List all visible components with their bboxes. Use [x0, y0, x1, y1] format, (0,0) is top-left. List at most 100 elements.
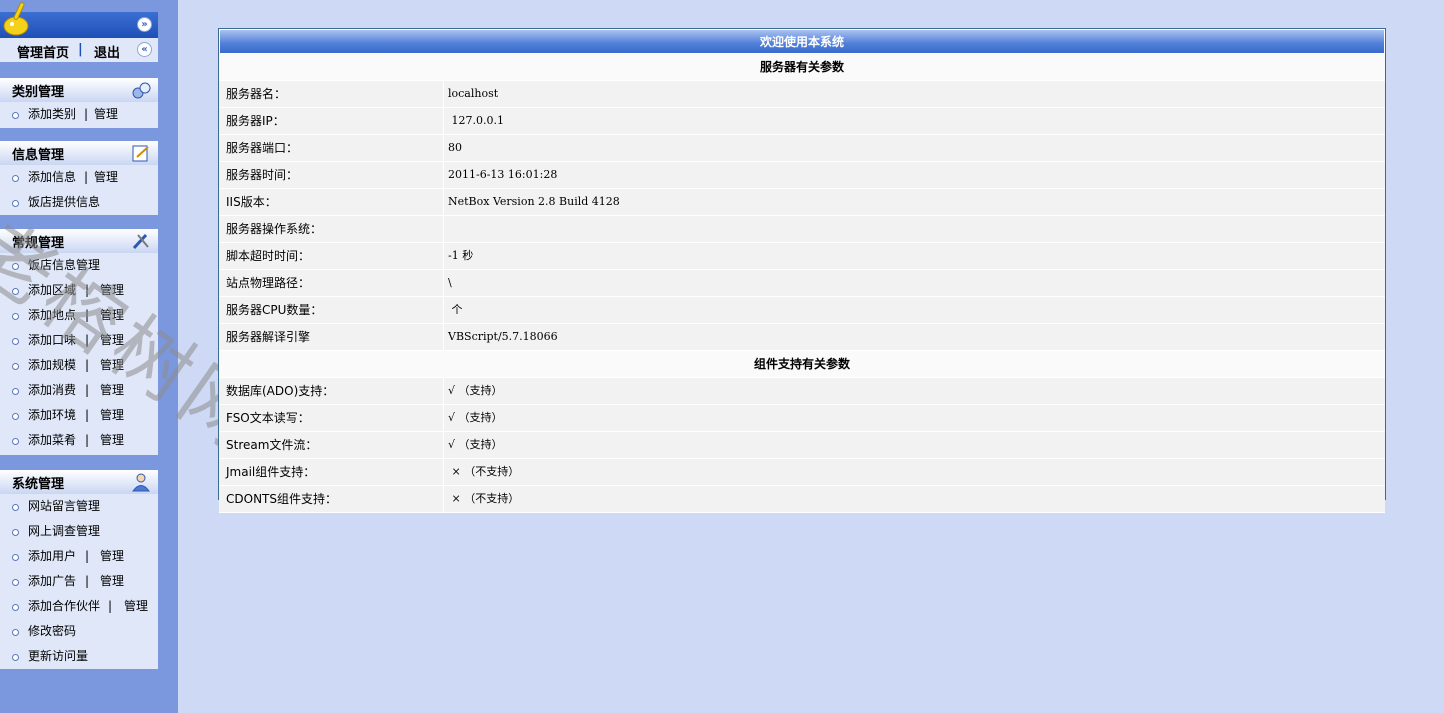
menu-item: 网上调查管理: [0, 519, 158, 544]
row-value: 个: [448, 303, 463, 316]
menu-link-add-taste[interactable]: 添加口味: [28, 328, 76, 353]
table-row: Jmail组件支持： × （不支持）: [219, 459, 1385, 486]
menu-link-change-password[interactable]: 修改密码: [28, 619, 76, 644]
menu-link-survey[interactable]: 网上调查管理: [28, 519, 100, 544]
row-label: 服务器端口：: [226, 141, 299, 155]
menu-link-add-scale[interactable]: 添加规模: [28, 353, 76, 378]
menu-group-title: 类别管理: [12, 85, 65, 100]
bullet-icon: [12, 438, 19, 445]
menu-group-header[interactable]: 信息管理: [0, 141, 158, 165]
menu-item: 添加类别 | 管理: [0, 102, 158, 127]
bullet-icon: [12, 263, 19, 270]
row-label: Jmail组件支持：: [226, 465, 316, 479]
table-row: CDONTS组件支持： × （不支持）: [219, 486, 1385, 513]
bullet-icon: [12, 654, 19, 661]
row-value: √ （支持）: [448, 384, 503, 397]
menu-group-title: 系统管理: [12, 477, 65, 492]
menu-item: 添加信息 | 管理: [0, 165, 158, 190]
menu-link-manage[interactable]: 管理: [94, 102, 118, 127]
user-icon: [132, 473, 150, 492]
hide-menu-icon[interactable]: «: [137, 42, 152, 57]
bullet-icon: [12, 604, 19, 611]
table-row: 服务器操作系统：: [219, 216, 1385, 243]
table-row: IIS版本： NetBox Version 2.8 Build 4128: [219, 189, 1385, 216]
menu-link-add-dish[interactable]: 添加菜肴: [28, 428, 76, 453]
menu-link-add-user[interactable]: 添加用户: [28, 544, 76, 569]
menu-link-add-consumption[interactable]: 添加消费: [28, 378, 76, 403]
row-label: IIS版本：: [226, 195, 277, 209]
top-links: 管理首页 | 退出: [0, 38, 158, 62]
menu-link-add-environment[interactable]: 添加环境: [28, 403, 76, 428]
row-value: 2011-6-13 16:01:28: [448, 168, 558, 181]
menu-group-general: 常规管理 饭店信息管理 添加区域 | 管理 添加地点 | 管理 添加口味 | 管: [0, 229, 158, 455]
logout-link[interactable]: 退出: [94, 42, 120, 61]
row-value: localhost: [448, 87, 499, 100]
logo-icon: [3, 2, 29, 36]
menu-link-update-visits[interactable]: 更新访问量: [28, 644, 88, 669]
row-value: √ （支持）: [448, 438, 503, 451]
row-value: NetBox Version 2.8 Build 4128: [448, 195, 620, 208]
row-value: × （不支持）: [448, 492, 520, 505]
menu-link-manage[interactable]: 管理: [100, 278, 124, 303]
top-links-separator: |: [78, 42, 83, 57]
panel-title: 欢迎使用本系统: [219, 29, 1385, 54]
menu-link-add-partner[interactable]: 添加合作伙伴: [28, 594, 100, 619]
row-label: 数据库(ADO)支持：: [226, 384, 335, 398]
menu-link-messages[interactable]: 网站留言管理: [28, 494, 100, 519]
menu-group-title: 信息管理: [12, 148, 65, 163]
row-label: 服务器IP：: [226, 114, 285, 128]
component-section-heading: 组件支持有关参数: [219, 351, 1385, 378]
menu-link-add-info[interactable]: 添加信息: [28, 165, 76, 190]
menu-link-manage[interactable]: 管理: [100, 403, 124, 428]
table-row: 服务器CPU数量： 个: [219, 297, 1385, 324]
menu-link-manage[interactable]: 管理: [100, 544, 124, 569]
menu-group-title: 常规管理: [12, 236, 65, 251]
row-value: × （不支持）: [448, 465, 520, 478]
menu-link-add-ad[interactable]: 添加广告: [28, 569, 76, 594]
sidebar: » 管理首页 | 退出 « 类别管理 添加类别 | 管理 信息管理 添加信息 |…: [0, 0, 178, 713]
table-row: 服务器解译引擎 VBScript/5.7.18066: [219, 324, 1385, 351]
menu-link-add-region[interactable]: 添加区域: [28, 278, 76, 303]
tools-icon: [132, 233, 149, 250]
menu-group-info: 信息管理 添加信息 | 管理 饭店提供信息: [0, 141, 158, 215]
menu-link-restaurant-info[interactable]: 饭店提供信息: [28, 190, 100, 215]
table-row: FSO文本读写： √ （支持）: [219, 405, 1385, 432]
menu-item: 网站留言管理: [0, 494, 158, 519]
bullet-icon: [12, 529, 19, 536]
row-label: 服务器操作系统：: [226, 222, 323, 236]
bullet-icon: [12, 504, 19, 511]
menu-item: 添加环境 | 管理: [0, 403, 158, 428]
row-label: 服务器CPU数量：: [226, 303, 323, 317]
menu-link-manage[interactable]: 管理: [100, 303, 124, 328]
bullet-icon: [12, 579, 19, 586]
menu-item: 更新访问量: [0, 644, 158, 669]
menu-link-manage[interactable]: 管理: [100, 569, 124, 594]
menu-link-add-location[interactable]: 添加地点: [28, 303, 76, 328]
menu-item: 添加菜肴 | 管理: [0, 428, 158, 453]
menu-link-manage[interactable]: 管理: [100, 378, 124, 403]
home-link[interactable]: 管理首页: [17, 42, 69, 61]
collapse-icon[interactable]: »: [137, 17, 152, 32]
menu-group-header[interactable]: 常规管理: [0, 229, 158, 253]
menu-item: 添加地点 | 管理: [0, 303, 158, 328]
table-row: 服务器IP： 127.0.0.1: [219, 108, 1385, 135]
table-row: 服务器端口： 80: [219, 135, 1385, 162]
row-label: Stream文件流：: [226, 438, 318, 452]
menu-item: 添加合作伙伴 | 管理: [0, 594, 158, 619]
menu-link-manage[interactable]: 管理: [94, 165, 118, 190]
menu-link-manage[interactable]: 管理: [100, 353, 124, 378]
welcome-panel: 欢迎使用本系统 服务器有关参数 服务器名： localhost 服务器IP： 12…: [218, 28, 1386, 513]
category-icon: [132, 82, 151, 99]
row-label: CDONTS组件支持：: [226, 492, 337, 506]
menu-item: 添加规模 | 管理: [0, 353, 158, 378]
menu-link-restaurant-manage[interactable]: 饭店信息管理: [28, 253, 100, 278]
row-label: 站点物理路径：: [226, 276, 311, 290]
menu-link-manage[interactable]: 管理: [100, 328, 124, 353]
menu-link-manage[interactable]: 管理: [100, 428, 124, 453]
bullet-icon: [12, 554, 19, 561]
menu-link-add-category[interactable]: 添加类别: [28, 102, 76, 127]
menu-group-system: 系统管理 网站留言管理 网上调查管理 添加用户 | 管理 添加广告 | 管理 添…: [0, 470, 158, 669]
menu-group-header[interactable]: 系统管理: [0, 470, 158, 494]
menu-link-manage[interactable]: 管理: [124, 594, 148, 619]
menu-group-header[interactable]: 类别管理: [0, 78, 158, 102]
